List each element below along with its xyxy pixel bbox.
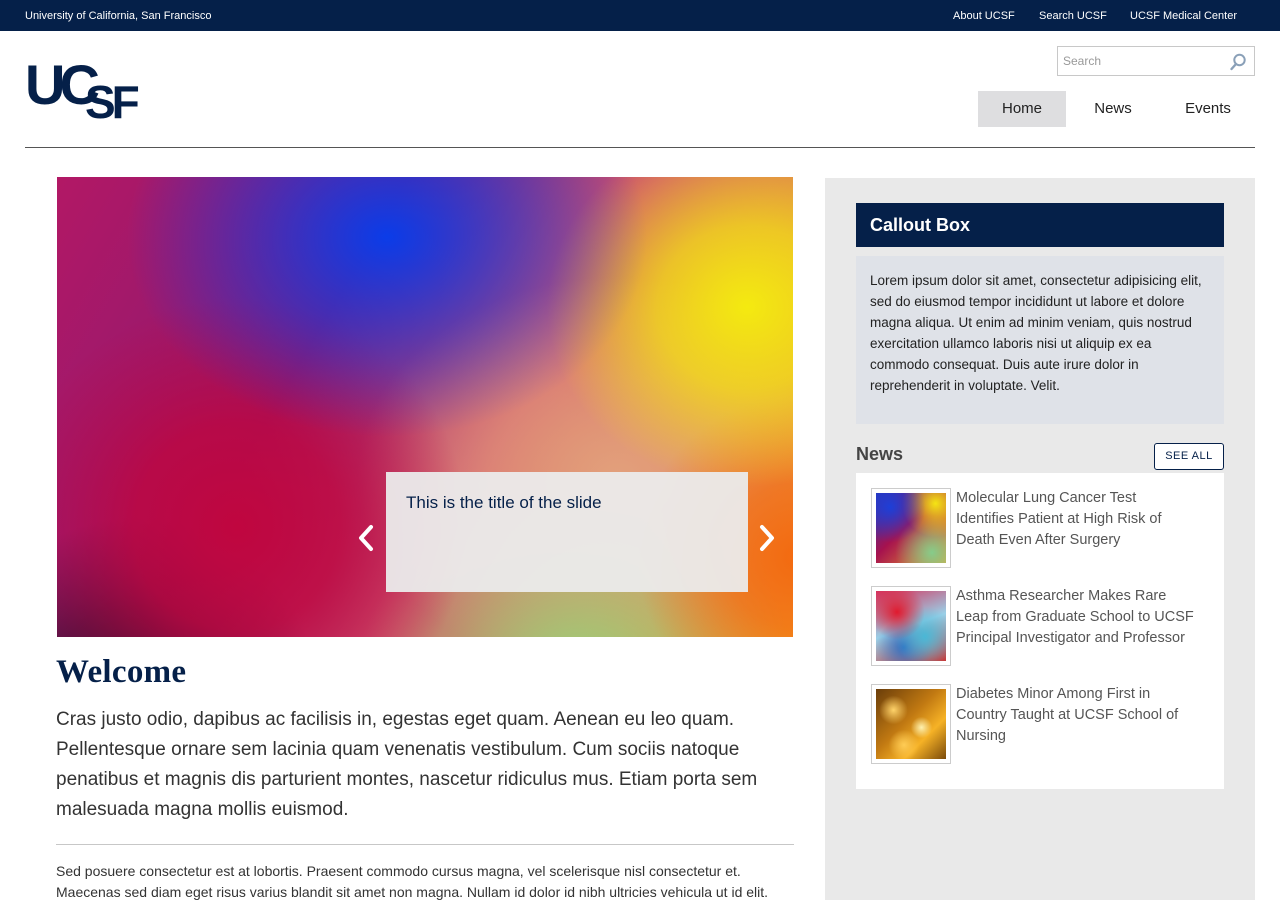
ucsf-medical-center-link[interactable]: UCSF Medical Center (1130, 10, 1237, 22)
utility-bar: University of California, San Francisco … (0, 0, 1280, 31)
slide-title[interactable]: This is the title of the slide (406, 493, 602, 513)
ucsf-logo[interactable]: UC SF (25, 58, 155, 124)
search-box (1057, 46, 1255, 76)
news-list: Molecular Lung Cancer Test Identifies Pa… (856, 473, 1224, 789)
see-all-button[interactable]: SEE ALL (1154, 443, 1224, 470)
news-thumbnail[interactable] (871, 684, 951, 764)
main-nav: Home News Events (978, 91, 1256, 127)
chevron-left-icon[interactable] (354, 522, 378, 554)
news-image (876, 689, 946, 759)
svg-text:SF: SF (85, 76, 139, 124)
news-thumbnail[interactable] (871, 488, 951, 568)
org-name[interactable]: University of California, San Francisco (25, 10, 211, 22)
news-headline[interactable]: Molecular Lung Cancer Test Identifies Pa… (956, 488, 1196, 551)
search-ucsf-link[interactable]: Search UCSF (1039, 10, 1107, 22)
news-headline[interactable]: Diabetes Minor Among First in Country Ta… (956, 684, 1196, 747)
news-image (876, 591, 946, 661)
news-heading: News (856, 444, 904, 464)
news-headline[interactable]: Asthma Researcher Makes Rare Leap from G… (956, 586, 1196, 649)
header-divider (25, 147, 1255, 148)
nav-home[interactable]: Home (978, 91, 1066, 127)
search-input[interactable] (1058, 47, 1218, 75)
content-divider (56, 844, 794, 845)
slide-caption: This is the title of the slide (386, 472, 748, 592)
news-thumbnail[interactable] (871, 586, 951, 666)
callout-title: Callout Box (856, 203, 1224, 247)
nav-news[interactable]: News (1066, 91, 1160, 127)
callout-body: Lorem ipsum dolor sit amet, consectetur … (856, 256, 1224, 424)
welcome-title: Welcome (56, 654, 187, 690)
news-image (876, 493, 946, 563)
chevron-right-icon[interactable] (755, 522, 779, 554)
body-text: Sed posuere consectetur est at lobortis.… (56, 863, 769, 900)
search-icon[interactable] (1229, 53, 1247, 71)
hero-slideshow[interactable]: This is the title of the slide (57, 177, 793, 637)
sidebar: Callout Box Lorem ipsum dolor sit amet, … (825, 178, 1255, 900)
about-ucsf-link[interactable]: About UCSF (953, 10, 1015, 22)
welcome-lead: Cras justo odio, dapibus ac facilisis in… (56, 709, 758, 820)
nav-events[interactable]: Events (1160, 91, 1256, 127)
